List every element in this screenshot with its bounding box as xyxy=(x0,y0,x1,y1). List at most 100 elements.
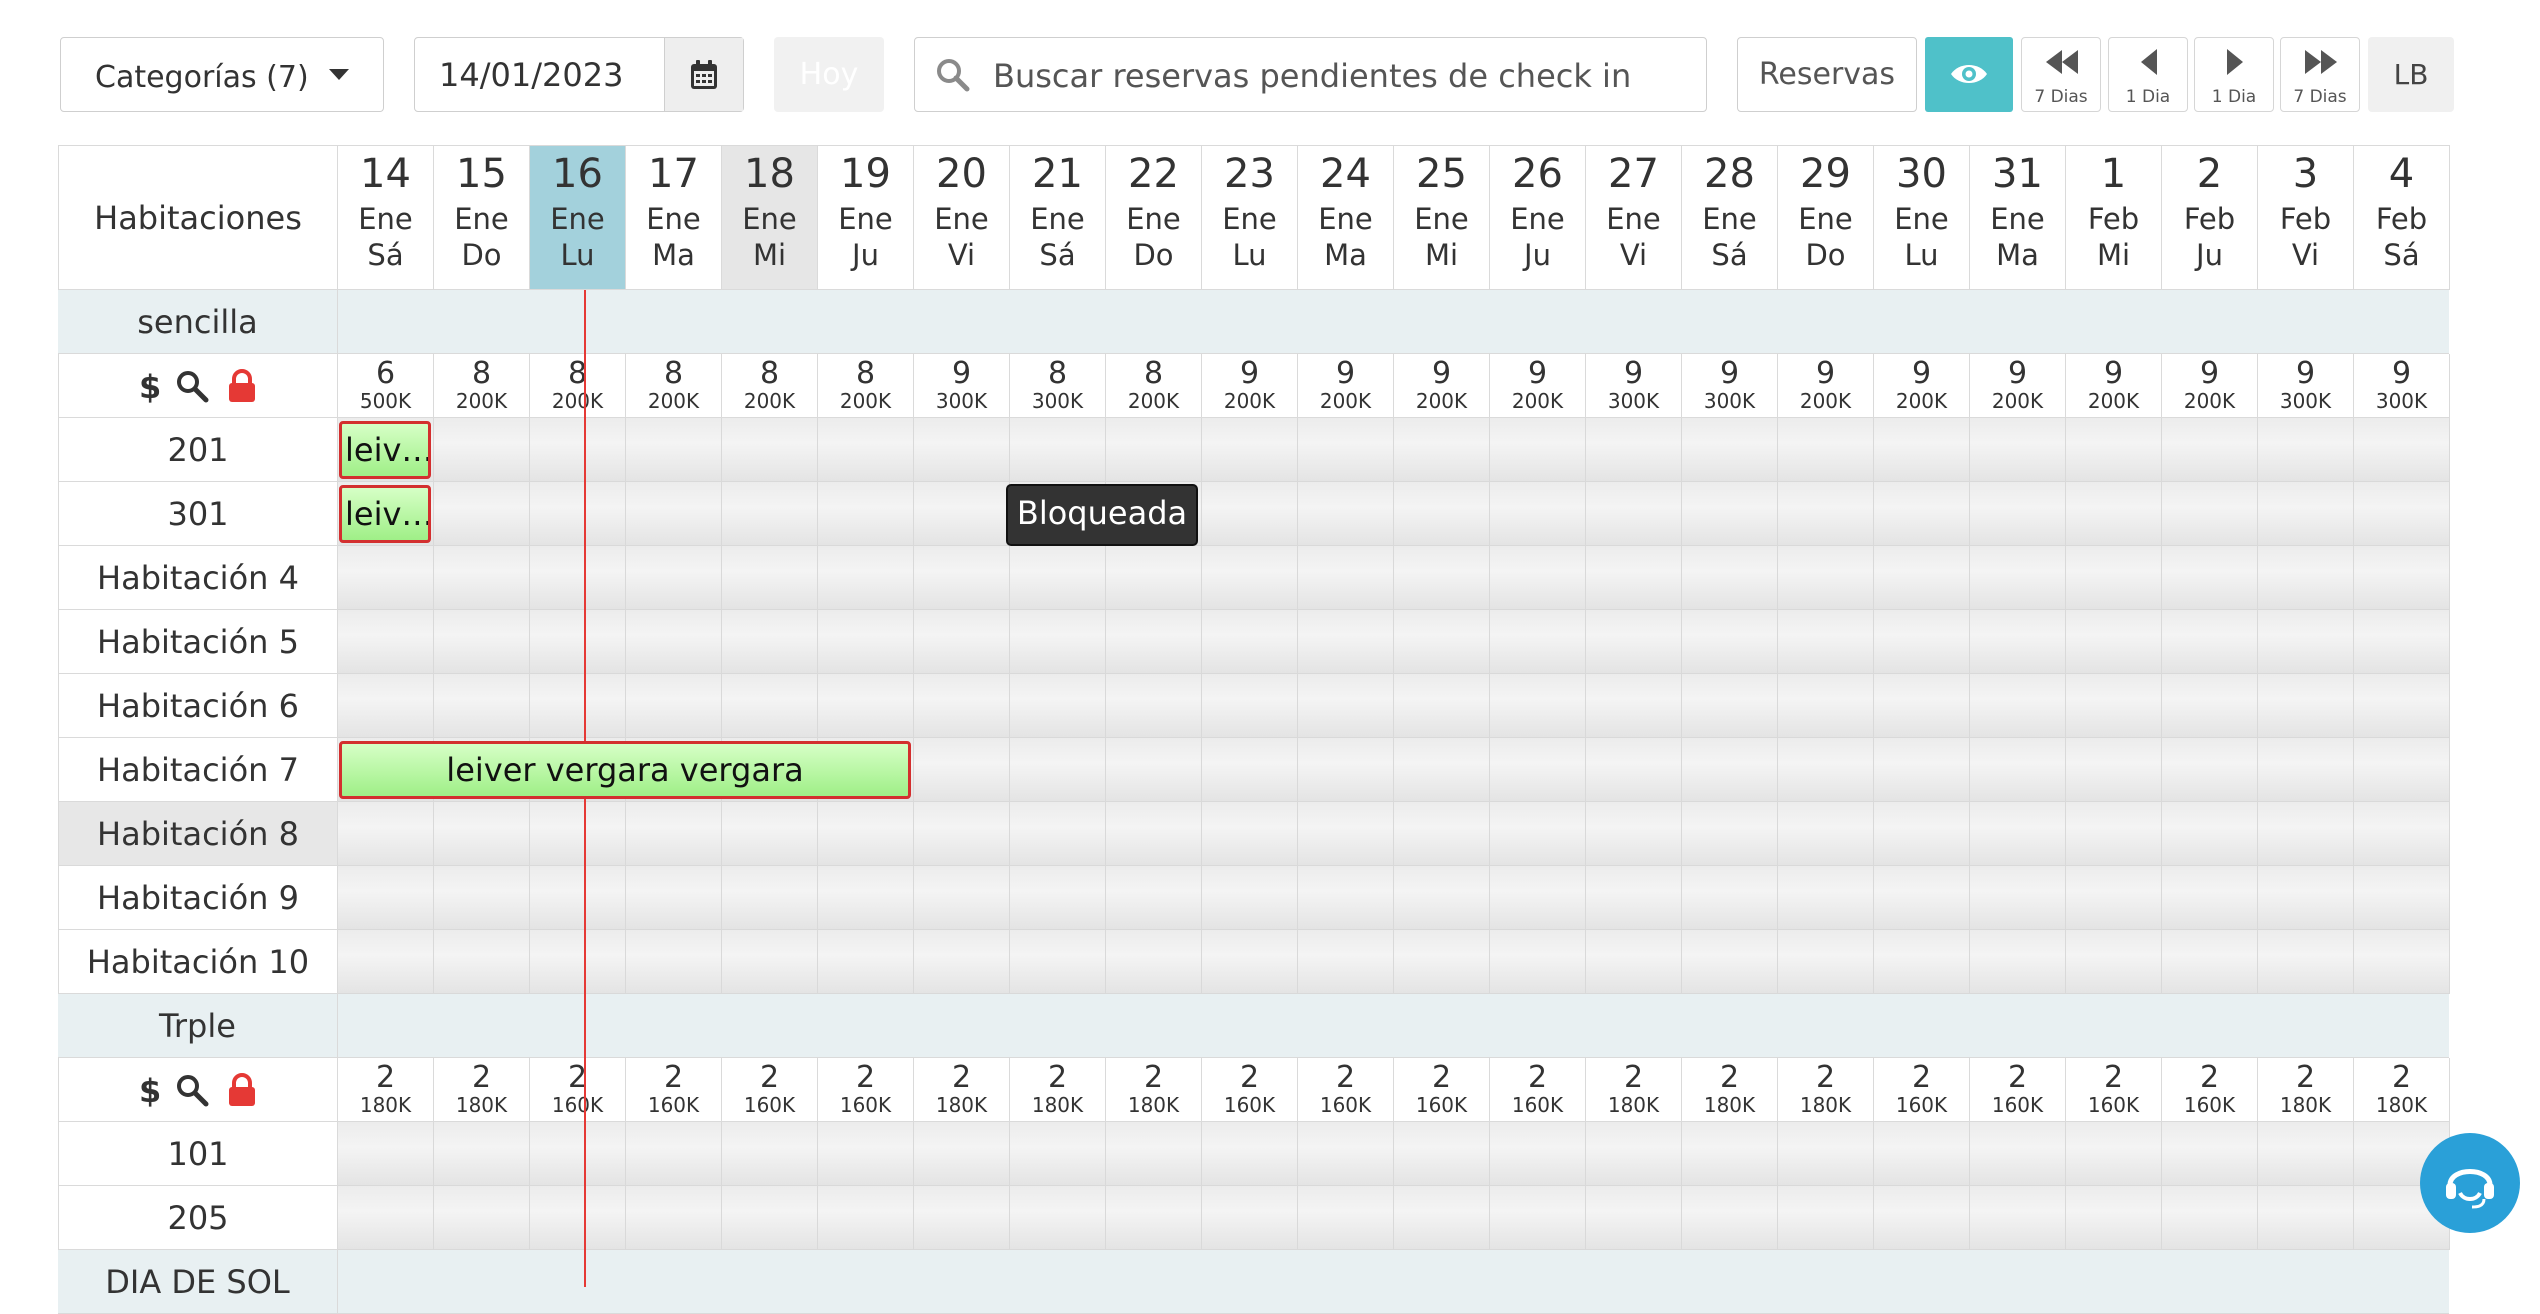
room-day-cell[interactable] xyxy=(2258,802,2354,866)
room-day-cell[interactable] xyxy=(1298,738,1394,802)
room-day-cell[interactable] xyxy=(2162,610,2258,674)
room-day-cell[interactable] xyxy=(914,1122,1010,1186)
room-day-cell[interactable] xyxy=(1970,1122,2066,1186)
room-day-cell[interactable] xyxy=(722,418,818,482)
room-day-cell[interactable] xyxy=(1778,930,1874,994)
room-day-cell[interactable] xyxy=(1874,802,1970,866)
room-day-cell[interactable] xyxy=(1010,1122,1106,1186)
room-day-cell[interactable] xyxy=(530,866,626,930)
room-day-cell[interactable] xyxy=(1298,930,1394,994)
room-day-cell[interactable] xyxy=(1970,482,2066,546)
room-day-cell[interactable] xyxy=(1970,930,2066,994)
room-day-cell[interactable] xyxy=(1298,418,1394,482)
room-day-cell[interactable] xyxy=(1490,930,1586,994)
availability-cell[interactable]: 8 200K xyxy=(434,354,530,418)
day-header[interactable]: 18 Ene Mi xyxy=(722,145,818,290)
room-day-cell[interactable] xyxy=(1778,546,1874,610)
room-day-cell[interactable] xyxy=(1682,546,1778,610)
availability-cell[interactable]: 9 200K xyxy=(1778,354,1874,418)
room-day-cell[interactable] xyxy=(1490,610,1586,674)
room-day-cell[interactable] xyxy=(1490,674,1586,738)
calendar-button[interactable] xyxy=(665,38,743,111)
availability-cell[interactable]: 9 200K xyxy=(2066,354,2162,418)
room-day-cell[interactable] xyxy=(626,546,722,610)
room-day-cell[interactable] xyxy=(914,866,1010,930)
availability-cell[interactable]: 2 160K xyxy=(1202,1058,1298,1122)
room-day-cell[interactable] xyxy=(338,802,434,866)
room-day-cell[interactable] xyxy=(1586,546,1682,610)
room-day-cell[interactable] xyxy=(530,802,626,866)
room-day-cell[interactable] xyxy=(1490,418,1586,482)
room-day-cell[interactable] xyxy=(1874,866,1970,930)
reservation-block[interactable]: leiv… xyxy=(339,485,431,543)
room-day-cell[interactable] xyxy=(1106,738,1202,802)
room-day-cell[interactable] xyxy=(2354,610,2450,674)
room-day-cell[interactable] xyxy=(1490,1186,1586,1250)
room-day-cell[interactable] xyxy=(1010,802,1106,866)
room-day-cell[interactable] xyxy=(1874,482,1970,546)
date-input[interactable] xyxy=(415,38,665,111)
room-day-cell[interactable] xyxy=(914,930,1010,994)
availability-cell[interactable]: 2 180K xyxy=(1778,1058,1874,1122)
room-day-cell[interactable] xyxy=(2354,418,2450,482)
room-day-cell[interactable] xyxy=(2066,802,2162,866)
availability-cell[interactable]: 2 160K xyxy=(2162,1058,2258,1122)
room-day-cell[interactable] xyxy=(1682,1186,1778,1250)
day-header[interactable]: 3 Feb Vi xyxy=(2258,145,2354,290)
room-day-cell[interactable] xyxy=(1298,1186,1394,1250)
availability-cell[interactable]: 2 180K xyxy=(2354,1058,2450,1122)
day-header[interactable]: 25 Ene Mi xyxy=(1394,145,1490,290)
room-day-cell[interactable] xyxy=(626,418,722,482)
availability-cell[interactable]: 9 200K xyxy=(1970,354,2066,418)
room-day-cell[interactable] xyxy=(1586,1186,1682,1250)
room-day-cell[interactable] xyxy=(1490,482,1586,546)
room-day-cell[interactable] xyxy=(1682,418,1778,482)
room-day-cell[interactable] xyxy=(338,1186,434,1250)
room-day-cell[interactable] xyxy=(2066,674,2162,738)
room-day-cell[interactable] xyxy=(1490,1122,1586,1186)
day-header[interactable]: 28 Ene Sá xyxy=(1682,145,1778,290)
lock-icon[interactable] xyxy=(227,1073,257,1107)
room-day-cell[interactable] xyxy=(1394,930,1490,994)
forward-7-days-button[interactable]: 7 Dias xyxy=(2280,37,2360,112)
availability-cell[interactable]: 9 300K xyxy=(914,354,1010,418)
room-day-cell[interactable] xyxy=(1778,482,1874,546)
room-day-cell[interactable] xyxy=(1010,738,1106,802)
room-day-cell[interactable] xyxy=(2066,610,2162,674)
room-day-cell[interactable] xyxy=(338,674,434,738)
availability-cell[interactable]: 9 200K xyxy=(1874,354,1970,418)
availability-cell[interactable]: 2 160K xyxy=(1970,1058,2066,1122)
day-header[interactable]: 23 Ene Lu xyxy=(1202,145,1298,290)
room-day-cell[interactable] xyxy=(530,418,626,482)
room-day-cell[interactable] xyxy=(1010,610,1106,674)
search-input[interactable] xyxy=(991,38,1695,113)
room-day-cell[interactable] xyxy=(1682,482,1778,546)
room-day-cell[interactable] xyxy=(1202,802,1298,866)
room-day-cell[interactable] xyxy=(914,674,1010,738)
room-day-cell[interactable] xyxy=(1106,866,1202,930)
room-day-cell[interactable] xyxy=(338,546,434,610)
room-day-cell[interactable] xyxy=(1586,1122,1682,1186)
room-day-cell[interactable] xyxy=(626,1186,722,1250)
room-day-cell[interactable] xyxy=(1010,1186,1106,1250)
availability-cell[interactable]: 2 180K xyxy=(1586,1058,1682,1122)
room-day-cell[interactable] xyxy=(1586,418,1682,482)
room-day-cell[interactable] xyxy=(1010,866,1106,930)
view-toggle-button[interactable] xyxy=(1925,37,2013,112)
room-day-cell[interactable] xyxy=(1202,1122,1298,1186)
room-day-cell[interactable] xyxy=(2354,866,2450,930)
room-day-cell[interactable] xyxy=(1010,546,1106,610)
room-day-cell[interactable] xyxy=(1298,482,1394,546)
room-day-cell[interactable] xyxy=(1970,674,2066,738)
room-day-cell[interactable] xyxy=(2066,738,2162,802)
availability-cell[interactable]: 2 160K xyxy=(1490,1058,1586,1122)
room-day-cell[interactable] xyxy=(1298,674,1394,738)
room-day-cell[interactable] xyxy=(1970,546,2066,610)
room-day-cell[interactable] xyxy=(1490,802,1586,866)
day-header[interactable]: 4 Feb Sá xyxy=(2354,145,2450,290)
room-day-cell[interactable] xyxy=(1970,1186,2066,1250)
day-header[interactable]: 30 Ene Lu xyxy=(1874,145,1970,290)
room-day-cell[interactable] xyxy=(1106,674,1202,738)
day-header[interactable]: 20 Ene Vi xyxy=(914,145,1010,290)
room-day-cell[interactable] xyxy=(914,738,1010,802)
